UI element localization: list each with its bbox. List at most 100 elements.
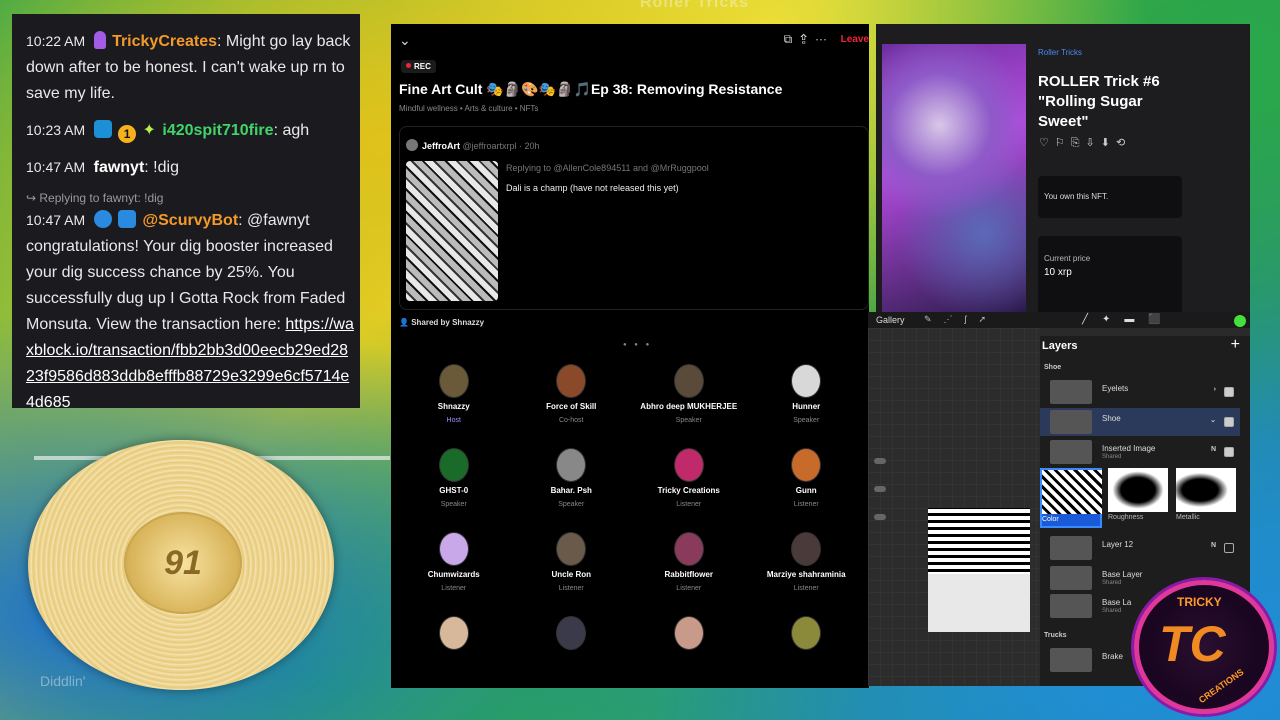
brush-size-slider[interactable]	[874, 458, 886, 558]
participant[interactable]	[630, 616, 748, 688]
avatar[interactable]	[791, 364, 822, 398]
adjust-tools[interactable]: ✎⋰ʃ➚	[924, 314, 998, 325]
avatar[interactable]	[556, 616, 587, 650]
participant[interactable]: Tricky Creations Listener	[630, 448, 748, 524]
participant[interactable]	[748, 616, 866, 688]
participant[interactable]: Force of Skill Co-host	[513, 364, 631, 440]
nft-action-icons[interactable]: ♡⚐⎘⇩⬇⟲	[1039, 136, 1131, 150]
gallery-button[interactable]: Gallery	[876, 315, 905, 325]
blend-mode[interactable]: N	[1211, 446, 1216, 453]
nft-title: ROLLER Trick #6 "Rolling Sugar Sweet"	[1038, 73, 1160, 130]
texture-metallic[interactable]: Metallic	[1176, 468, 1238, 528]
layer-thumbnail	[1050, 648, 1092, 672]
avatar[interactable]	[556, 532, 587, 566]
tool-badge-icon	[118, 210, 137, 228]
avatar[interactable]	[673, 616, 704, 650]
layer-thumbnail	[1050, 536, 1092, 560]
participant-grid: Shnazzy Host Force of Skill Co-host Abhro de…	[395, 364, 865, 688]
layer-visibility-checkbox[interactable]	[1224, 417, 1234, 427]
layer-visibility-checkbox[interactable]	[1224, 543, 1234, 553]
record-label-text: 91	[164, 544, 202, 582]
layer-row[interactable]: Eyelets ›	[1040, 378, 1240, 406]
pagination-dots[interactable]: ● ● ●	[623, 342, 652, 348]
avatar[interactable]	[673, 364, 704, 398]
minimize-icon[interactable]: ⧉	[784, 32, 801, 46]
nft-collection-link[interactable]: Roller Tricks	[1038, 48, 1082, 57]
layers-title: Layers	[1042, 340, 1078, 352]
participant[interactable]: GHST-0 Speaker	[395, 448, 513, 524]
layer-name: Base La	[1102, 598, 1132, 607]
drawing-canvas[interactable]	[868, 328, 1040, 686]
participant-name: Force of Skill	[546, 402, 597, 411]
participant[interactable]: Bahar. Psh Speaker	[513, 448, 631, 524]
share-icon[interactable]: ⇪	[800, 32, 815, 46]
spaces-actions[interactable]: ⧉⇪⋯	[784, 32, 835, 47]
blend-mode[interactable]: N	[1211, 542, 1216, 549]
participant-role: Speaker	[675, 417, 702, 424]
texture-preview	[1176, 468, 1236, 512]
nft-artwork-image[interactable]	[882, 44, 1026, 314]
layer-thumbnail	[1050, 566, 1092, 590]
chat-username[interactable]: i420spit710fire	[162, 122, 273, 139]
layer-visibility-checkbox[interactable]	[1224, 447, 1234, 457]
participant-role: Speaker	[558, 501, 585, 508]
participant[interactable]: Rabbitflower Listener	[630, 532, 748, 608]
star-badge-icon: ✦	[142, 122, 156, 139]
coin-badge-icon: 1	[118, 125, 137, 143]
avatar[interactable]	[438, 532, 469, 566]
material-textures: Color Roughness Metallic	[1040, 468, 1246, 528]
tricky-creations-logo: TRICKY TC CREATIONS	[1134, 580, 1274, 714]
leave-button[interactable]: Leave	[841, 34, 869, 45]
add-layer-button[interactable]: +	[1231, 336, 1240, 354]
layer-row[interactable]: Layer 12 N	[1040, 534, 1240, 562]
chat-username[interactable]: TrickyCreates	[112, 33, 217, 50]
brush-tools[interactable]: ╱✦▬⬛	[1082, 314, 1175, 325]
avatar[interactable]	[791, 616, 822, 650]
layer-visibility-checkbox[interactable]	[1224, 387, 1234, 397]
participant[interactable]: Chumwizards Listener	[395, 532, 513, 608]
avatar[interactable]	[556, 364, 587, 398]
tweet-image[interactable]	[406, 161, 498, 301]
texture-label: Metallic	[1176, 514, 1200, 521]
texture-roughness[interactable]: Roughness	[1108, 468, 1170, 528]
layer-row[interactable]: Inserted Image Shared N	[1040, 438, 1240, 466]
participant[interactable]	[513, 616, 631, 688]
avatar[interactable]	[438, 364, 469, 398]
avatar[interactable]	[438, 448, 469, 482]
pinned-tweet[interactable]: JeffroArt @jeffroartxrpl · 20h Replying …	[399, 126, 869, 310]
participant[interactable]: Abhro deep MUKHERJEE Speaker	[630, 364, 748, 440]
layer-name: Eyelets	[1102, 384, 1129, 393]
watermark: Diddlin'	[40, 673, 86, 689]
participant[interactable]: Gunn Listener	[748, 448, 866, 524]
participant[interactable]: Marziye shahraminia Listener	[748, 532, 866, 608]
avatar[interactable]	[406, 139, 418, 151]
avatar[interactable]	[673, 532, 704, 566]
participant[interactable]: Hunner Speaker	[748, 364, 866, 440]
texture-label: Color	[1042, 516, 1059, 523]
participant[interactable]: Uncle Ron Listener	[513, 532, 631, 608]
canvas-artwork-base	[928, 574, 1030, 632]
chat-username[interactable]: @ScurvyBot	[143, 212, 239, 229]
participant-name: Uncle Ron	[551, 570, 592, 579]
more-icon[interactable]: ⋯	[815, 32, 835, 46]
gold-record-image: 91	[28, 440, 334, 690]
tweet-author[interactable]: JeffroArt @jeffroartxrpl · 20h	[422, 141, 540, 151]
avatar[interactable]	[438, 616, 469, 650]
chevron-down-icon[interactable]: ⌄	[1210, 416, 1216, 424]
participant[interactable]: Shnazzy Host	[395, 364, 513, 440]
participant-role: Listener	[676, 585, 702, 592]
chevron-down-icon[interactable]: ⌄	[399, 32, 411, 49]
layer-row[interactable]: Shoe ⌄	[1040, 408, 1240, 436]
color-picker[interactable]	[1234, 315, 1246, 327]
avatar[interactable]	[791, 532, 822, 566]
layer-thumbnail	[1050, 594, 1092, 618]
avatar[interactable]	[673, 448, 704, 482]
texture-color[interactable]: Color	[1040, 468, 1102, 528]
avatar[interactable]	[791, 448, 822, 482]
participant-name: Rabbitflower	[664, 570, 713, 579]
chat-username[interactable]: fawnyt	[94, 159, 145, 176]
participant[interactable]	[395, 616, 513, 688]
bot-badge-icon	[93, 210, 112, 228]
chevron-right-icon[interactable]: ›	[1214, 386, 1216, 393]
avatar[interactable]	[556, 448, 587, 482]
